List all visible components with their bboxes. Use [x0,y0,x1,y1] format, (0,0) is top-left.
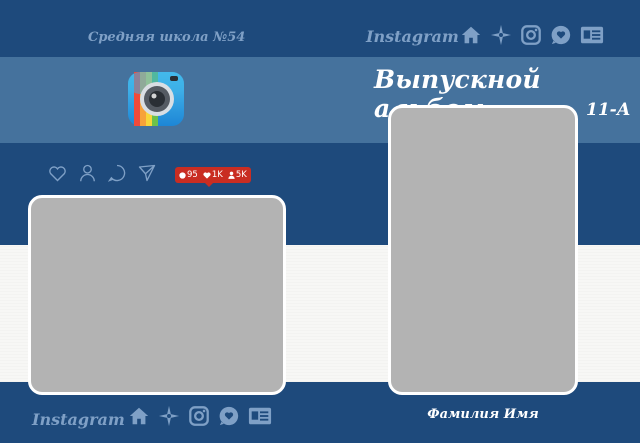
social-icon-row [48,164,156,182]
instagram-wordmark-top: Instagram [366,27,459,46]
bottom-icon-row [128,405,272,427]
comment-icon [108,164,126,182]
person-name: Фамилия Имя [427,407,539,422]
heart-icon [49,165,66,181]
comment-icon [179,171,186,179]
profile-card-icon [580,26,604,44]
top-icon-row [460,24,604,46]
comments-count: 95 [187,170,198,180]
stats-badge: 95 1K 5K [175,167,251,187]
heart-icon [203,171,211,179]
user-icon [228,171,235,179]
send-icon [138,164,156,182]
home-icon [461,26,481,44]
likes-count: 1K [211,170,223,180]
explore-icon [490,24,512,46]
photo-placeholder-portrait[interactable] [388,105,578,395]
badge-pointer [205,183,213,187]
user-icon [80,164,95,182]
instagram-icon [189,406,209,426]
chat-heart-icon [551,25,571,45]
camera-logo-icon [128,72,184,126]
instagram-wordmark-bottom: Instagram [32,410,125,429]
photo-placeholder-left[interactable] [28,195,286,395]
profile-card-icon [248,407,272,425]
explore-icon [158,405,180,427]
home-icon [129,407,149,425]
followers-count: 5K [235,170,247,180]
chat-heart-icon [219,406,239,426]
class-label: 11-А [586,100,631,120]
instagram-icon [521,25,541,45]
school-name: Средняя школа №54 [88,30,246,45]
